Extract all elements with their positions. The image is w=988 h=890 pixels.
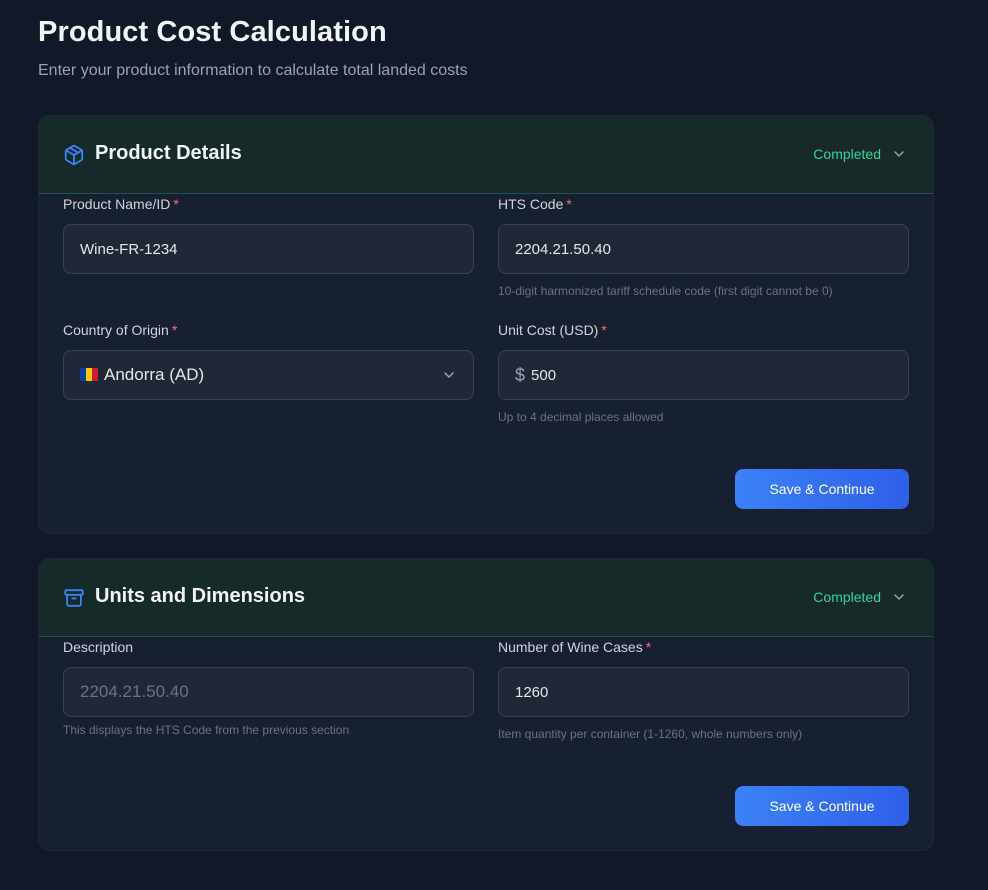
product-name-field: Product Name/ID * Wine-FR-1234 (63, 196, 474, 274)
product-details-header[interactable]: Product Details Completed (39, 116, 933, 194)
required-marker: * (645, 639, 652, 655)
required-marker: * (173, 196, 179, 212)
field-label: Country of Origin * (63, 322, 178, 338)
input-value: Wine-FR-1234 (80, 240, 178, 258)
currency-prefix: $ (515, 364, 526, 385)
field-hint: Item quantity per container (1-1260, who… (498, 727, 803, 741)
description-input: 2204.21.50.40 (63, 667, 474, 717)
input-value: 1260 (515, 683, 549, 701)
save-continue-button[interactable]: Save & Continue (735, 469, 909, 509)
product-name-input[interactable]: Wine-FR-1234 (63, 224, 474, 274)
required-marker: * (601, 322, 607, 338)
description-field: Description 2204.21.50.40 This displays … (63, 639, 474, 737)
wine-cases-field: Number of Wine Cases * 1260 Item quantity… (498, 639, 909, 741)
input-value: 500 (531, 366, 557, 384)
chevron-down-icon[interactable] (891, 589, 907, 605)
required-marker: * (566, 196, 572, 212)
save-continue-button[interactable]: Save & Continue (735, 786, 909, 826)
field-label: Description (63, 639, 134, 655)
input-value: Andorra (AD) (104, 365, 205, 384)
field-label: Unit Cost (USD) * (498, 322, 607, 338)
hts-code-input[interactable]: 2204.21.50.40 (498, 224, 909, 274)
product-details-card: Product Details Completed Product Name/I… (38, 115, 934, 534)
archive-icon (64, 589, 84, 607)
units-dimensions-header[interactable]: Units and Dimensions Completed (39, 559, 933, 637)
chevron-down-icon[interactable] (891, 146, 907, 162)
country-select[interactable]: Andorra (AD) (63, 350, 474, 400)
wine-cases-input[interactable]: 1260 (498, 667, 909, 717)
section-title: Product Details (95, 142, 242, 164)
status-badge: Completed (813, 589, 881, 605)
chevron-down-icon (444, 372, 454, 378)
field-label: Number of Wine Cases * (498, 639, 652, 655)
hts-code-field: HTS Code * 2204.21.50.40 10-digit harmoni… (498, 196, 909, 298)
input-value: 2204.21.50.40 (80, 682, 189, 701)
input-value: 2204.21.50.40 (515, 240, 611, 258)
page-title: Product Cost Calculation (38, 16, 387, 48)
unit-cost-field: Unit Cost (USD) * $500 Up to 4 decimal pl… (498, 322, 909, 424)
andorra-flag-icon (80, 368, 98, 381)
unit-cost-input[interactable]: $500 (498, 350, 909, 400)
status-badge: Completed (813, 146, 881, 162)
country-of-origin-field: Country of Origin * Andorra (AD) (63, 322, 474, 400)
field-label: Product Name/ID * (63, 196, 179, 212)
field-label: HTS Code * (498, 196, 572, 212)
page-subtitle: Enter your product information to calcul… (38, 62, 468, 79)
units-dimensions-card: Units and Dimensions Completed Descripti… (38, 558, 934, 851)
package-icon (64, 144, 84, 166)
required-marker: * (171, 322, 178, 338)
field-hint: 10-digit harmonized tariff schedule code… (498, 284, 833, 298)
section-title: Units and Dimensions (95, 585, 306, 607)
field-hint: Up to 4 decimal places allowed (498, 410, 664, 424)
field-hint: This displays the HTS Code from the prev… (63, 723, 350, 737)
selected-country: Andorra (AD) (80, 365, 204, 385)
